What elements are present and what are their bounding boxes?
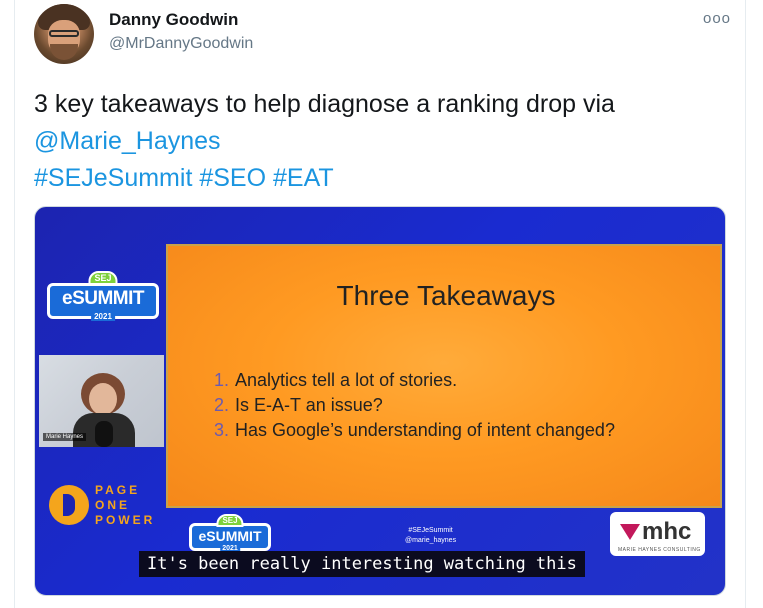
author-name[interactable]: Danny Goodwin <box>109 10 238 30</box>
slide-item: 3. Has Google’s understanding of intent c… <box>214 418 615 443</box>
more-options-icon[interactable]: ooo <box>703 10 731 27</box>
tweet-text: 3 key takeaways to help diagnose a ranki… <box>34 86 734 197</box>
mention-link[interactable]: @Marie_Haynes <box>34 123 734 160</box>
esummit-logo: SEJ eSUMMIT 2021 <box>47 271 159 321</box>
slide-item-text: Has Google’s understanding of intent cha… <box>235 420 615 440</box>
sponsor-line: PAGE <box>95 483 141 497</box>
esummit-logo-year: 2021 <box>91 312 115 321</box>
slide-item: 2. Is E-A-T an issue? <box>214 393 615 418</box>
mhc-subtext: MARIE HAYNES CONSULTING <box>618 547 701 553</box>
tweet-media[interactable]: Three Takeaways 1. Analytics tell a lot o… <box>34 206 726 596</box>
sponsor-text: PAGE ONE POWER <box>95 483 155 528</box>
page-one-power-logo-icon <box>49 485 89 525</box>
sponsor-line: POWER <box>95 513 156 527</box>
esummit-logo-word: eSUMMIT <box>62 288 145 309</box>
slide-item: 1. Analytics tell a lot of stories. <box>214 368 615 393</box>
mhc-mark-icon <box>620 524 640 540</box>
speaker-face <box>89 383 117 415</box>
author-handle[interactable]: @MrDannyGoodwin <box>109 35 253 53</box>
slide-item-number: 2. <box>214 395 230 415</box>
tweet-text-line: 3 key takeaways to help diagnose a ranki… <box>34 90 615 118</box>
presentation-slide: Three Takeaways 1. Analytics tell a lot o… <box>166 244 722 508</box>
esummit-logo-sej: SEJ <box>88 271 118 285</box>
overlay-hashtag: #SEJeSummit <box>408 527 453 534</box>
esummit-logo-sej: SEJ <box>216 514 244 527</box>
avatar-beard <box>50 44 78 60</box>
hashtag-seo[interactable]: #SEO <box>199 164 266 192</box>
speaker-webcam: Marie Haynes <box>39 355 164 447</box>
overlay-handle: @marie_haynes <box>405 537 457 544</box>
slide-title: Three Takeaways <box>336 280 556 311</box>
overlay-hashtags: #SEJeSummit @marie_haynes <box>405 526 456 546</box>
sponsor-line: ONE <box>95 498 131 512</box>
mhc-logo: mhc MARIE HAYNES CONSULTING <box>610 512 705 556</box>
slide-item-text: Is E-A-T an issue? <box>235 395 383 415</box>
card-border-right <box>745 0 746 608</box>
avatar-glasses <box>49 30 79 37</box>
slide-item-text: Analytics tell a lot of stories. <box>235 370 458 390</box>
hashtag-sejesummit[interactable]: #SEJeSummit <box>34 164 192 192</box>
author-avatar[interactable] <box>34 4 94 64</box>
video-subtitle: It's been really interesting watching th… <box>139 551 585 577</box>
slide-item-number: 3. <box>214 420 230 440</box>
speaker-caption: Marie Haynes <box>43 433 87 441</box>
hashtag-eat[interactable]: #EAT <box>273 164 334 192</box>
slide-list: 1. Analytics tell a lot of stories. 2. Is … <box>214 368 615 443</box>
mhc-word: mhc <box>642 518 692 545</box>
esummit-logo-small: SEJ eSUMMIT 2021 <box>189 514 271 552</box>
card-border-left <box>14 0 15 608</box>
hashtag-line: #SEJeSummit #SEO #EAT <box>34 160 734 197</box>
esummit-logo-word: eSUMMIT <box>198 528 262 544</box>
microphone-icon <box>95 421 113 447</box>
slide-item-number: 1. <box>214 370 230 390</box>
